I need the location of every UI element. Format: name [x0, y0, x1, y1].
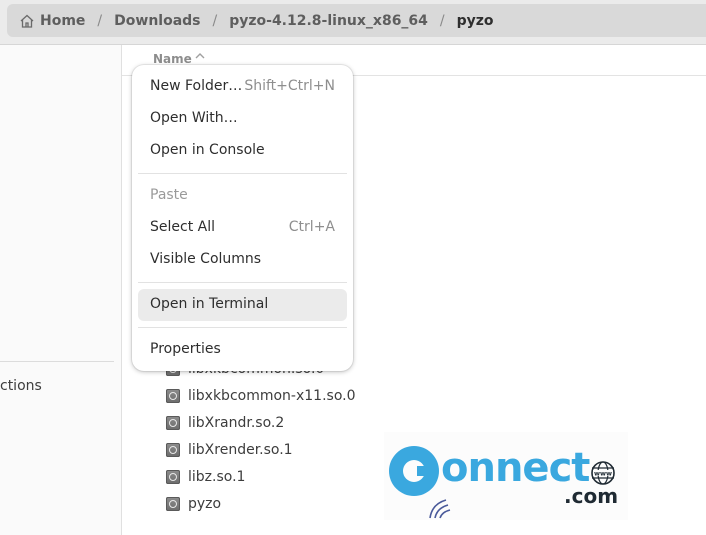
menu-item-paste[interactable]: Paste	[138, 180, 347, 212]
menu-item-shortcut: Ctrl+A	[288, 219, 335, 235]
logo-c-notch	[417, 466, 429, 476]
logo-domain-text: .com	[564, 484, 619, 508]
header-bar: Home / Downloads / pyzo-4.12.8-linux_x86…	[0, 0, 706, 45]
breadcrumb-separator: /	[439, 12, 445, 29]
file-list: libxkbcommon.so.0 libxkbcommon-x11.so.0 …	[166, 355, 356, 517]
breadcrumb-downloads[interactable]: Downloads	[114, 13, 200, 29]
shared-library-icon	[166, 415, 180, 430]
menu-separator	[138, 327, 347, 328]
breadcrumb-pyzo-release[interactable]: pyzo-4.12.8-linux_x86_64	[229, 13, 428, 29]
breadcrumb-current[interactable]: pyzo	[457, 13, 494, 29]
menu-item-open-with[interactable]: Open With…	[138, 103, 347, 135]
menu-item-open-in-console[interactable]: Open in Console	[138, 135, 347, 167]
sidebar: ctions	[0, 45, 122, 535]
globe-icon: www	[591, 461, 615, 485]
menu-item-label: Open in Console	[150, 142, 265, 158]
file-name: libXrandr.so.2	[188, 414, 285, 431]
menu-item-select-all[interactable]: Select All Ctrl+A	[138, 212, 347, 244]
menu-item-new-folder[interactable]: New Folder… Shift+Ctrl+N	[138, 71, 347, 103]
sidebar-divider	[0, 361, 114, 362]
breadcrumb: Home / Downloads / pyzo-4.12.8-linux_x86…	[7, 4, 706, 37]
menu-item-label: Visible Columns	[150, 251, 262, 267]
menu-item-label: Select All	[150, 219, 215, 235]
menu-item-label: Paste	[150, 187, 188, 203]
menu-item-open-in-terminal[interactable]: Open in Terminal	[138, 289, 347, 321]
menu-item-label: Properties	[150, 341, 221, 357]
file-name: libXrender.so.1	[188, 441, 293, 458]
executable-icon	[166, 496, 180, 511]
breadcrumb-separator: /	[212, 12, 218, 29]
shared-library-icon	[166, 388, 180, 403]
file-item[interactable]: libz.so.1	[166, 463, 356, 490]
file-item[interactable]: pyzo	[166, 490, 356, 517]
sort-ascending-icon[interactable]	[194, 51, 206, 64]
menu-separator	[138, 282, 347, 283]
file-item[interactable]: libXrender.so.1	[166, 436, 356, 463]
home-icon	[19, 13, 35, 29]
menu-item-label: Open in Terminal	[150, 296, 269, 312]
menu-item-shortcut: Shift+Ctrl+N	[244, 78, 335, 94]
watermark-logo: onnect .com www	[384, 432, 628, 520]
file-item[interactable]: libXrandr.so.2	[166, 409, 356, 436]
menu-item-label: New Folder…	[150, 78, 243, 94]
menu-item-label: Open With…	[150, 110, 238, 126]
menu-separator	[138, 173, 347, 174]
shared-library-icon	[166, 442, 180, 457]
file-name: libz.so.1	[188, 468, 246, 485]
file-name: pyzo	[188, 495, 222, 512]
signal-waves-icon	[429, 499, 451, 519]
sidebar-item-partial[interactable]: ctions	[0, 378, 42, 394]
menu-item-properties[interactable]: Properties	[138, 334, 347, 366]
column-name-header[interactable]: Name	[153, 52, 192, 66]
menu-item-visible-columns[interactable]: Visible Columns	[138, 244, 347, 276]
context-menu: New Folder… Shift+Ctrl+N Open With… Open…	[132, 65, 353, 371]
file-name: libxkbcommon-x11.so.0	[188, 387, 356, 404]
file-item[interactable]: libxkbcommon-x11.so.0	[166, 382, 356, 409]
shared-library-icon	[166, 469, 180, 484]
breadcrumb-home[interactable]: Home	[40, 13, 85, 29]
breadcrumb-separator: /	[97, 12, 103, 29]
globe-text: www	[594, 470, 612, 478]
